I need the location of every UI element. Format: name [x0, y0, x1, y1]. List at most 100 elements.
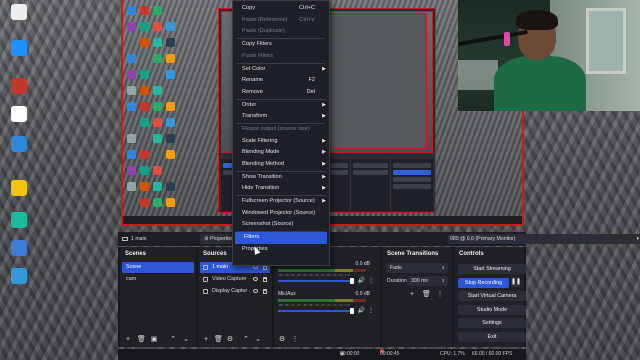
- start-virtual-camera-button[interactable]: Start Virtual Camera: [458, 291, 526, 301]
- volume-slider[interactable]: [278, 280, 354, 282]
- track-menu-icon[interactable]: ⋮: [368, 277, 374, 284]
- remove-scene-button[interactable]: 🗑: [137, 336, 146, 344]
- visibility-eye-icon[interactable]: [253, 289, 258, 293]
- menu-item-copy-filters[interactable]: Copy Filters: [233, 39, 329, 51]
- menu-item-order[interactable]: Order ▶: [233, 100, 329, 112]
- menu-item-copy[interactable]: Copy Ctrl+C: [233, 3, 329, 15]
- captured-desktop-icons: [125, 0, 181, 220]
- pause-recording-button[interactable]: ❚❚: [511, 277, 521, 287]
- captured-app-icon: [140, 150, 149, 159]
- start-streaming-button[interactable]: Start Streaming: [458, 264, 526, 274]
- transition-menu-icon[interactable]: ⋮: [436, 291, 444, 299]
- scene-filters-button[interactable]: ▣: [150, 336, 158, 344]
- stop-recording-button[interactable]: Stop Recording: [458, 277, 509, 288]
- remove-transition-button[interactable]: 🗑: [422, 291, 431, 299]
- captured-app-icon: [140, 38, 149, 47]
- captured-app-icon: [153, 22, 162, 31]
- mixer-menu-icon[interactable]: ⋮: [291, 336, 299, 344]
- speaker-icon[interactable]: 🔊: [358, 277, 365, 284]
- studio-mode-button[interactable]: Studio Mode: [458, 304, 526, 315]
- captured-app-icon: [153, 118, 162, 127]
- app-icon-8[interactable]: [6, 240, 32, 256]
- move-scene-down-button[interactable]: ⌄: [182, 336, 190, 344]
- volume-slider-knob[interactable]: [350, 308, 354, 314]
- menu-item-hide-transition[interactable]: Hide Transition ▶: [233, 183, 329, 195]
- app-icon-7[interactable]: [6, 212, 32, 228]
- menu-shortcut: Ctrl+V: [299, 16, 315, 23]
- sources-title: Sources: [203, 251, 227, 257]
- move-source-up-button[interactable]: ⌃: [242, 336, 250, 344]
- track-menu-icon[interactable]: ⋮: [368, 307, 374, 314]
- scene-item[interactable]: Scene: [122, 262, 194, 273]
- app-icon-4[interactable]: [6, 106, 32, 122]
- add-source-button[interactable]: +: [202, 336, 210, 344]
- menu-item-transform[interactable]: Transform ▶: [233, 111, 329, 123]
- source-item[interactable]: Video Capture: [200, 274, 270, 285]
- remove-source-button[interactable]: 🗑: [214, 336, 223, 344]
- captured-app-icon: [166, 150, 175, 159]
- transitions-title: Scene Transitions: [387, 251, 439, 257]
- app-icon-2[interactable]: [6, 40, 32, 56]
- lock-icon[interactable]: [263, 289, 267, 294]
- volume-slider-knob[interactable]: [350, 278, 354, 284]
- captured-app-icon: [127, 70, 136, 79]
- app-2-glyph-icon: [11, 40, 27, 56]
- menu-item-filters[interactable]: Filters: [235, 232, 327, 244]
- app-6-glyph-icon: [11, 180, 27, 196]
- menu-item-fullscreen-projector-source[interactable]: Fullscreen Projector (Source) ▶: [233, 196, 329, 208]
- captured-app-icon: [140, 102, 149, 111]
- menu-item-remove[interactable]: Remove Del: [233, 87, 329, 99]
- menu-item-show-transition[interactable]: Show Transition ▶: [233, 172, 329, 184]
- menu-item-blending-mode[interactable]: Blending Mode ▶: [233, 147, 329, 159]
- exit-button[interactable]: Exit: [458, 331, 526, 342]
- transition-type-select[interactable]: Fade ⇕: [386, 263, 448, 273]
- scene-item[interactable]: cam: [122, 274, 194, 285]
- nested-preview-inner: [323, 13, 427, 149]
- app-icon-9[interactable]: [6, 268, 32, 284]
- menu-item-rename[interactable]: Rename F2: [233, 75, 329, 87]
- add-transition-button[interactable]: +: [408, 291, 416, 299]
- source-properties-button[interactable]: ⚙: [226, 336, 234, 344]
- settings-button[interactable]: Settings: [458, 318, 526, 328]
- menu-item-blending-method[interactable]: Blending Method ▶: [233, 159, 329, 171]
- captured-app-icon: [127, 54, 136, 63]
- captured-app-icon: [140, 118, 149, 127]
- menu-item-paste-reference: Paste (Reference) Ctrl+V: [233, 15, 329, 27]
- controls-title: Controls: [459, 251, 484, 257]
- captured-app-icon: [166, 22, 175, 31]
- advanced-audio-icon[interactable]: ⚙: [278, 336, 286, 344]
- lock-icon[interactable]: [263, 277, 267, 282]
- app-icon-5[interactable]: [6, 136, 32, 152]
- menu-item-screenshot-source[interactable]: Screenshot (Source): [233, 219, 329, 231]
- source-item[interactable]: Display Captur: [200, 286, 270, 297]
- fps-display: 60.00 / 60.00 FPS: [472, 351, 513, 357]
- menu-item-properties[interactable]: Properties: [233, 244, 329, 256]
- app-9-glyph-icon: [11, 268, 27, 284]
- nested-transitions: [351, 159, 391, 211]
- move-scene-up-button[interactable]: ⌃: [169, 336, 177, 344]
- captured-app-icon: [140, 198, 149, 207]
- captured-app-icon: [140, 70, 149, 79]
- speaker-icon[interactable]: 🔊: [358, 307, 365, 314]
- menu-item-windowed-projector-source[interactable]: Windowed Projector (Source): [233, 208, 329, 220]
- cpu-usage: CPU: 1.7%: [440, 351, 465, 357]
- captured-app-icon: [166, 134, 175, 143]
- add-scene-button[interactable]: +: [124, 336, 132, 344]
- visibility-eye-icon[interactable]: [253, 277, 258, 281]
- captured-app-icon: [127, 150, 136, 159]
- captured-app-icon: [153, 54, 162, 63]
- menu-item-set-color[interactable]: Set Color ▶: [233, 64, 329, 76]
- captured-app-icon: [153, 86, 162, 95]
- menu-item-scale-filtering[interactable]: Scale Filtering ▶: [233, 136, 329, 148]
- volume-slider[interactable]: [278, 310, 354, 312]
- duration-input[interactable]: 300 ms ⇕: [407, 276, 448, 286]
- obs-app-icon[interactable]: [6, 4, 32, 20]
- submenu-arrow-icon: ▶: [322, 160, 326, 167]
- move-source-down-button[interactable]: ⌄: [254, 336, 262, 344]
- captured-app-icon: [127, 134, 136, 143]
- microphone-light: [504, 32, 510, 46]
- captured-app-icon: [166, 54, 175, 63]
- app-icon-6[interactable]: [6, 180, 32, 196]
- captured-app-icon: [140, 166, 149, 175]
- app-icon-3[interactable]: [6, 78, 32, 94]
